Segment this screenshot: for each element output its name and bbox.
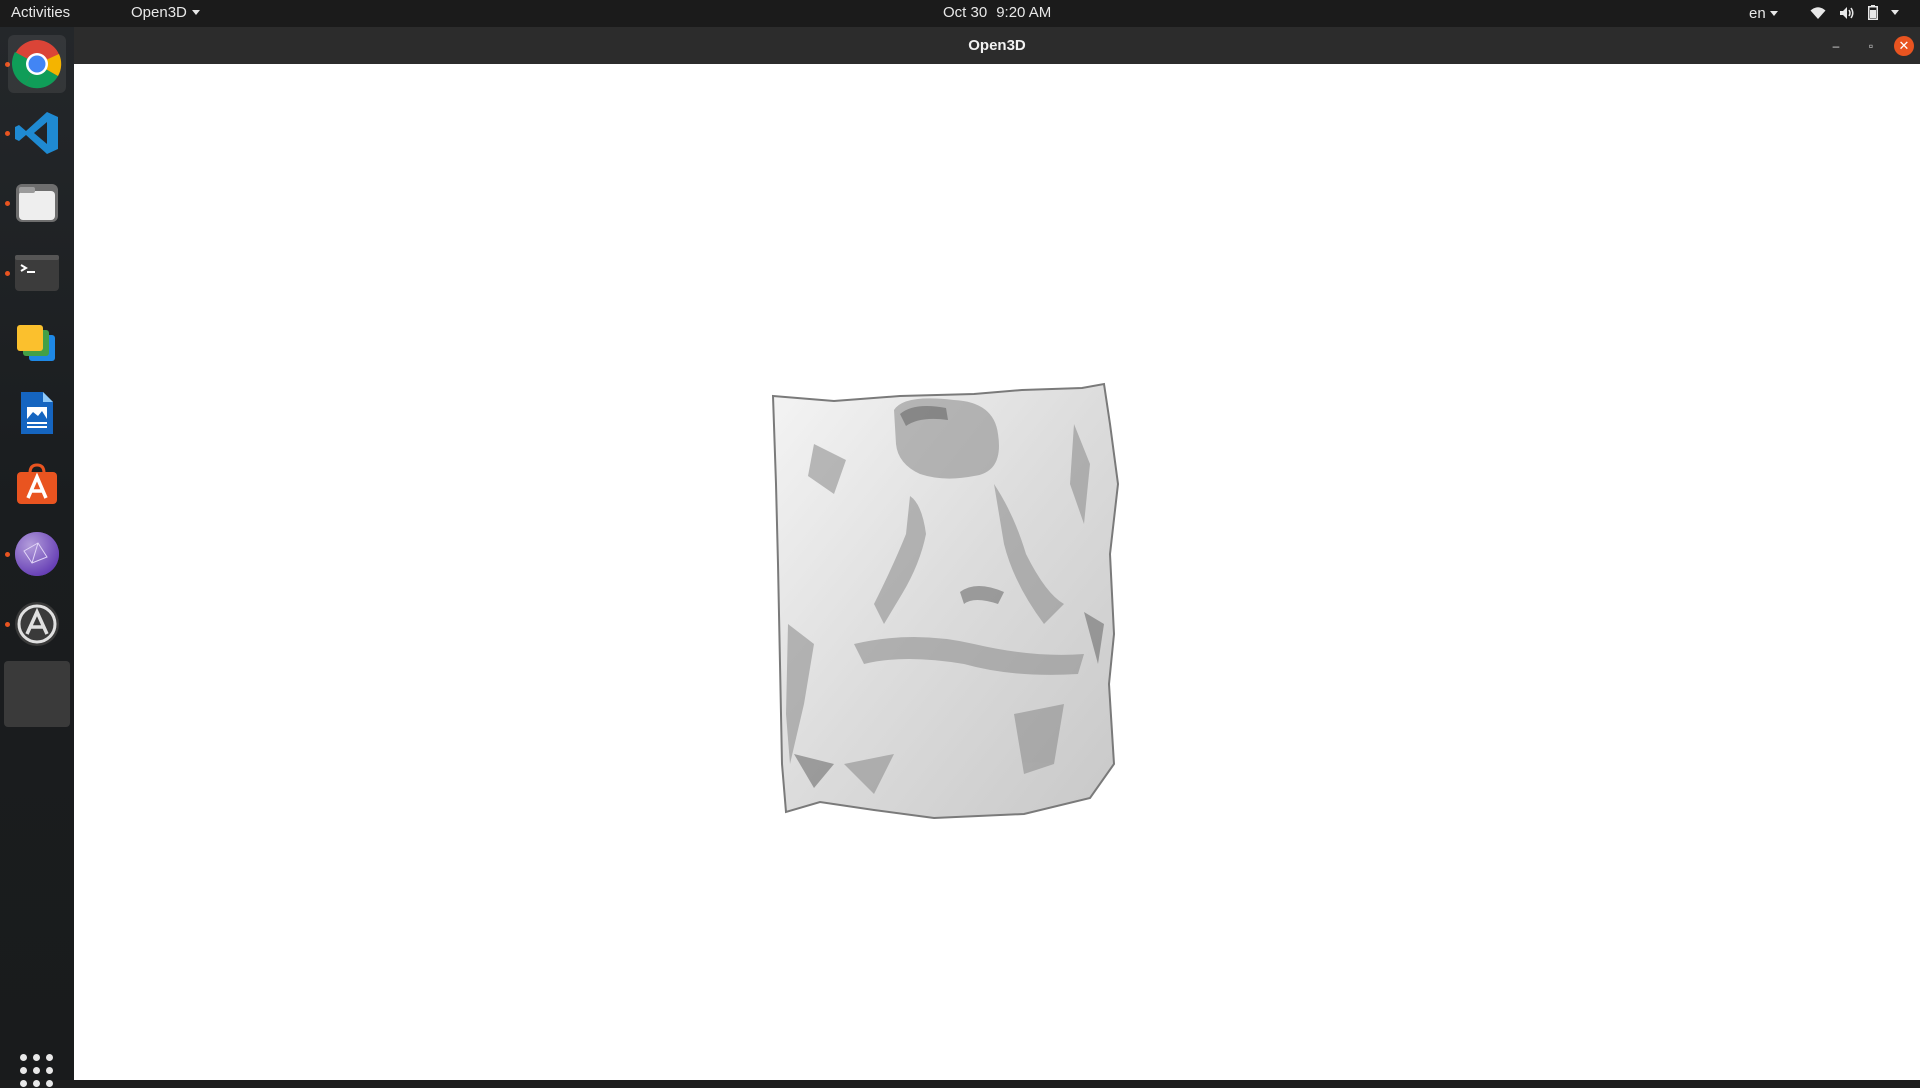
window-title: Open3D: [968, 37, 1026, 54]
system-tray[interactable]: [1810, 5, 1899, 20]
window-titlebar[interactable]: Open3D – ▫ ✕: [74, 27, 1920, 64]
network-icon: [15, 532, 59, 576]
dock-item-ubuntu-software[interactable]: [8, 454, 66, 512]
clock-time: 9:20 AM: [996, 4, 1052, 21]
clock[interactable]: Oct 30 9:20 AM: [943, 4, 1051, 21]
vscode-icon: [15, 112, 58, 154]
language-indicator[interactable]: en: [1749, 5, 1778, 22]
battery-icon: [1868, 5, 1878, 20]
dock-item-libreoffice-writer[interactable]: [8, 384, 66, 442]
language-label: en: [1749, 5, 1766, 22]
document-icon: [21, 392, 53, 434]
volume-icon: [1840, 6, 1854, 19]
activities-button[interactable]: Activities: [11, 4, 70, 21]
dock-item-files[interactable]: [8, 174, 66, 232]
clock-date: Oct 30: [943, 4, 988, 21]
3d-viewport[interactable]: [74, 64, 1920, 1080]
dock-item-network-app[interactable]: [8, 525, 66, 583]
dock: [0, 27, 74, 1087]
app-menu-label: Open3D: [131, 4, 187, 21]
app-menu[interactable]: Open3D: [131, 4, 200, 21]
top-bar: Activities Open3D Oct 30 9:20 AM en: [0, 0, 1920, 27]
minimize-button[interactable]: –: [1826, 36, 1846, 56]
system-menu-caret: [1891, 10, 1899, 15]
show-applications-icon[interactable]: [20, 1054, 54, 1088]
chevron-down-icon: [191, 10, 200, 15]
dock-item-vscode[interactable]: [8, 104, 66, 162]
software-store-icon: [17, 463, 57, 504]
open3d-window: Open3D – ▫ ✕: [74, 27, 1920, 1080]
terminal-icon: [15, 255, 59, 291]
dock-item-chrome[interactable]: [8, 35, 66, 93]
updater-icon: [15, 602, 59, 646]
dock-item-open3d-window[interactable]: [4, 661, 70, 727]
wifi-icon: [1810, 6, 1826, 19]
chrome-icon: [12, 40, 62, 89]
maximize-button[interactable]: ▫: [1861, 36, 1881, 56]
close-button[interactable]: ✕: [1894, 36, 1914, 56]
slides-icon: [17, 325, 55, 361]
dock-item-software-updater[interactable]: [8, 595, 66, 653]
dock-item-slides-app[interactable]: [8, 314, 66, 372]
mesh-render[interactable]: [74, 64, 1920, 1080]
dock-item-terminal[interactable]: [8, 244, 66, 302]
files-icon: [16, 184, 58, 222]
chevron-down-icon: [1769, 11, 1778, 16]
